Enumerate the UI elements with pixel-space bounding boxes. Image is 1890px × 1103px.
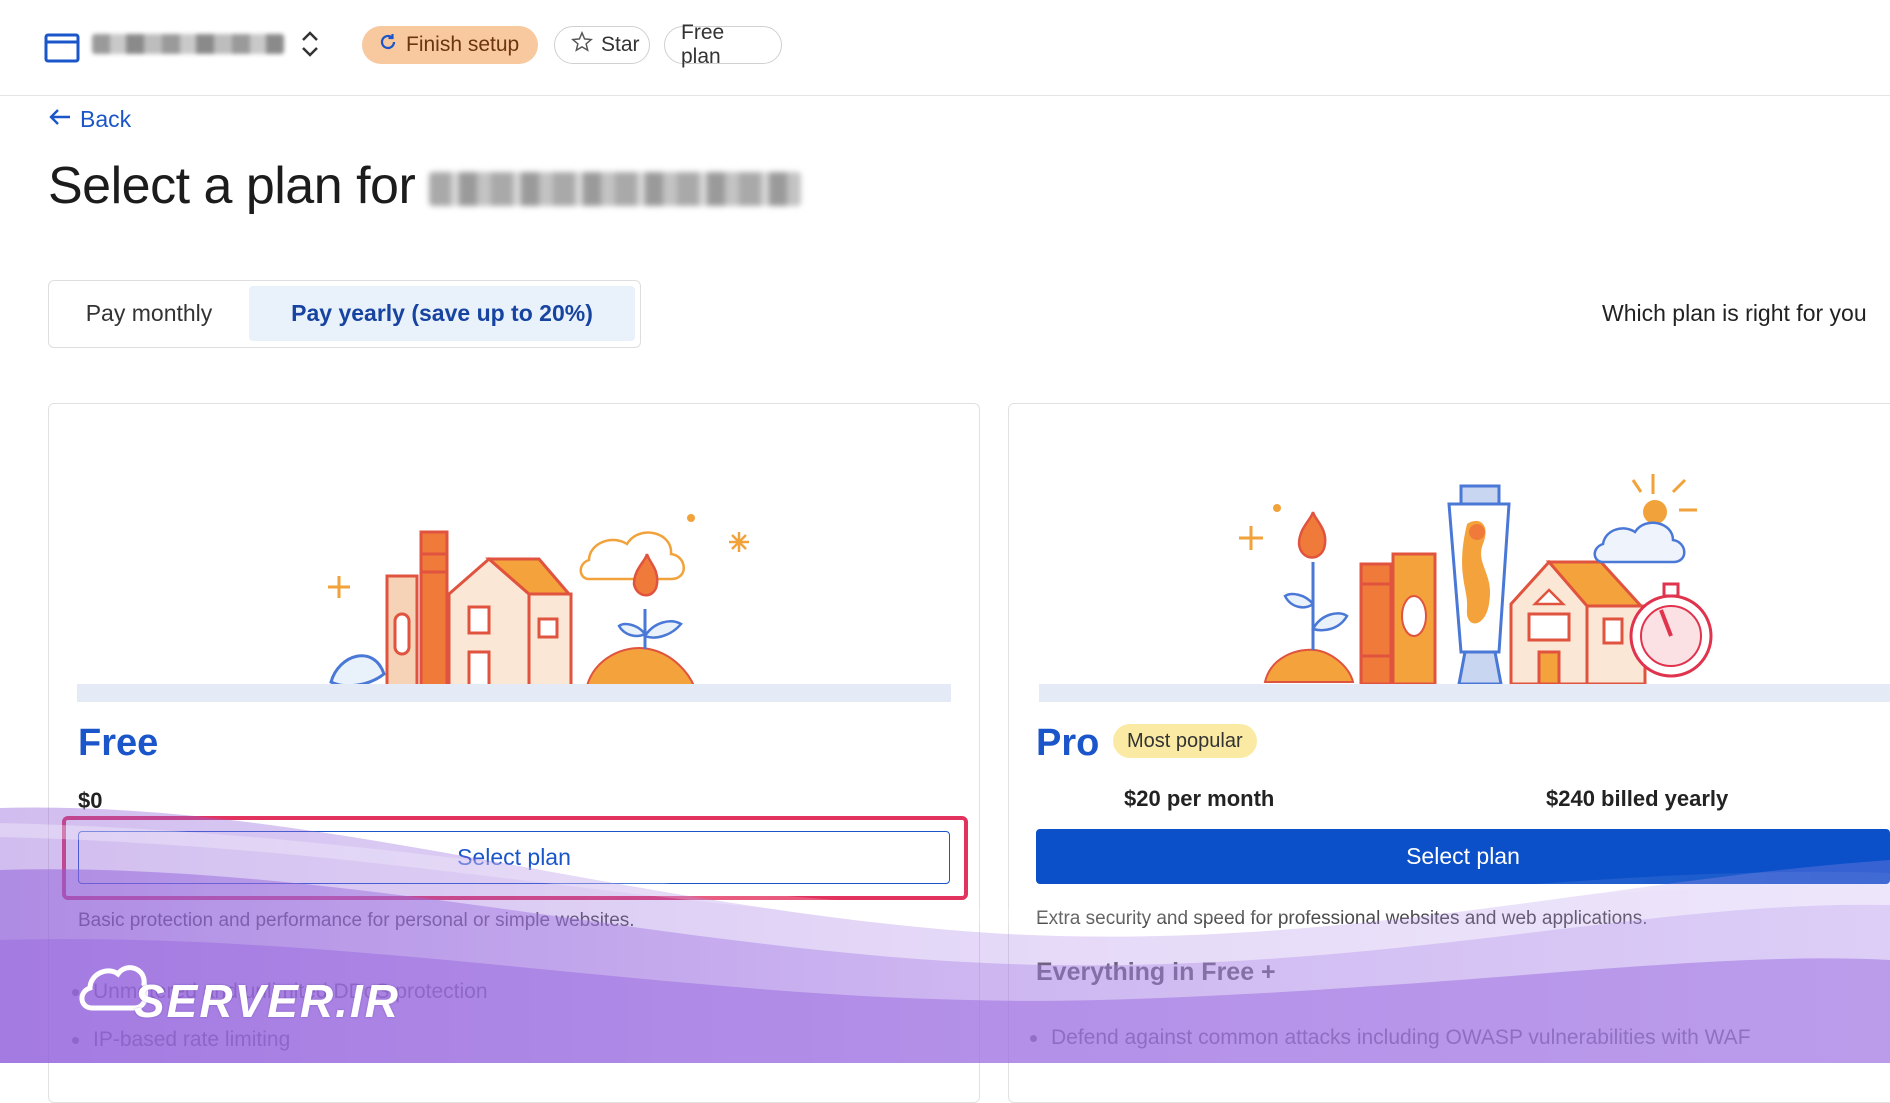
star-icon [571, 30, 593, 59]
free-illustration-ground [77, 684, 951, 702]
most-popular-badge: Most popular [1113, 724, 1257, 758]
free-select-plan-button[interactable]: Select plan [78, 831, 950, 884]
which-plan-link[interactable]: Which plan is right for you [1602, 300, 1890, 327]
pro-price-yearly: $240 billed yearly [1546, 786, 1729, 811]
bullet-icon [1030, 1034, 1037, 1042]
top-bar: Finish setup Star Free plan [0, 0, 1890, 96]
free-plan-label: Free plan [681, 21, 725, 68]
free-feature-item: IP-based rate limiting [72, 1028, 290, 1052]
free-plan-name: Free [78, 722, 159, 764]
pro-plan-description: Extra security and speed for professiona… [1036, 908, 1648, 929]
site-name-redacted[interactable] [92, 34, 284, 54]
free-plan-button[interactable]: Free plan [664, 21, 782, 68]
pro-price-monthly: $20 per month [1124, 786, 1275, 811]
star-button[interactable]: Star [554, 26, 650, 64]
pro-select-plan-button[interactable]: Select plan [1036, 829, 1890, 884]
free-plan-price: $0 [78, 788, 103, 813]
pro-everything-heading: Everything in Free + [1036, 958, 1276, 986]
pro-feature-text: Defend against common attacks including … [1051, 1026, 1751, 1049]
pro-feature-item: Defend against common attacks including … [1030, 1026, 1751, 1050]
domain-name-redacted [429, 172, 802, 206]
finish-setup-label: Finish setup [406, 33, 520, 56]
refresh-icon [378, 32, 398, 58]
star-label: Star [601, 33, 640, 56]
free-plan-illustration-icon [328, 514, 749, 688]
free-feature-text: IP-based rate limiting [93, 1028, 291, 1051]
finish-setup-button[interactable]: Finish setup [362, 26, 538, 64]
pro-plan-illustration-icon [1239, 474, 1713, 686]
pro-illustration-ground [1039, 684, 1890, 702]
bullet-icon [72, 1036, 79, 1044]
pro-plan-name: Pro [1036, 722, 1100, 764]
back-label: Back [80, 106, 132, 132]
pay-monthly-option[interactable]: Pay monthly [49, 281, 249, 346]
pay-yearly-option[interactable]: Pay yearly (save up to 20%) [249, 286, 635, 341]
back-link[interactable]: Back [48, 106, 131, 133]
billing-period-toggle: Pay monthly Pay yearly (save up to 20%) [48, 280, 641, 348]
site-switcher-chevrons-icon[interactable] [296, 26, 324, 62]
watermark-text: SERVER.IR [134, 975, 400, 1027]
arrow-left-icon [48, 106, 72, 133]
free-plan-description: Basic protection and performance for per… [78, 910, 635, 931]
browser-window-icon[interactable] [44, 33, 80, 68]
page-title-text: Select a plan for [48, 157, 416, 215]
page-title: Select a plan for [48, 156, 802, 216]
